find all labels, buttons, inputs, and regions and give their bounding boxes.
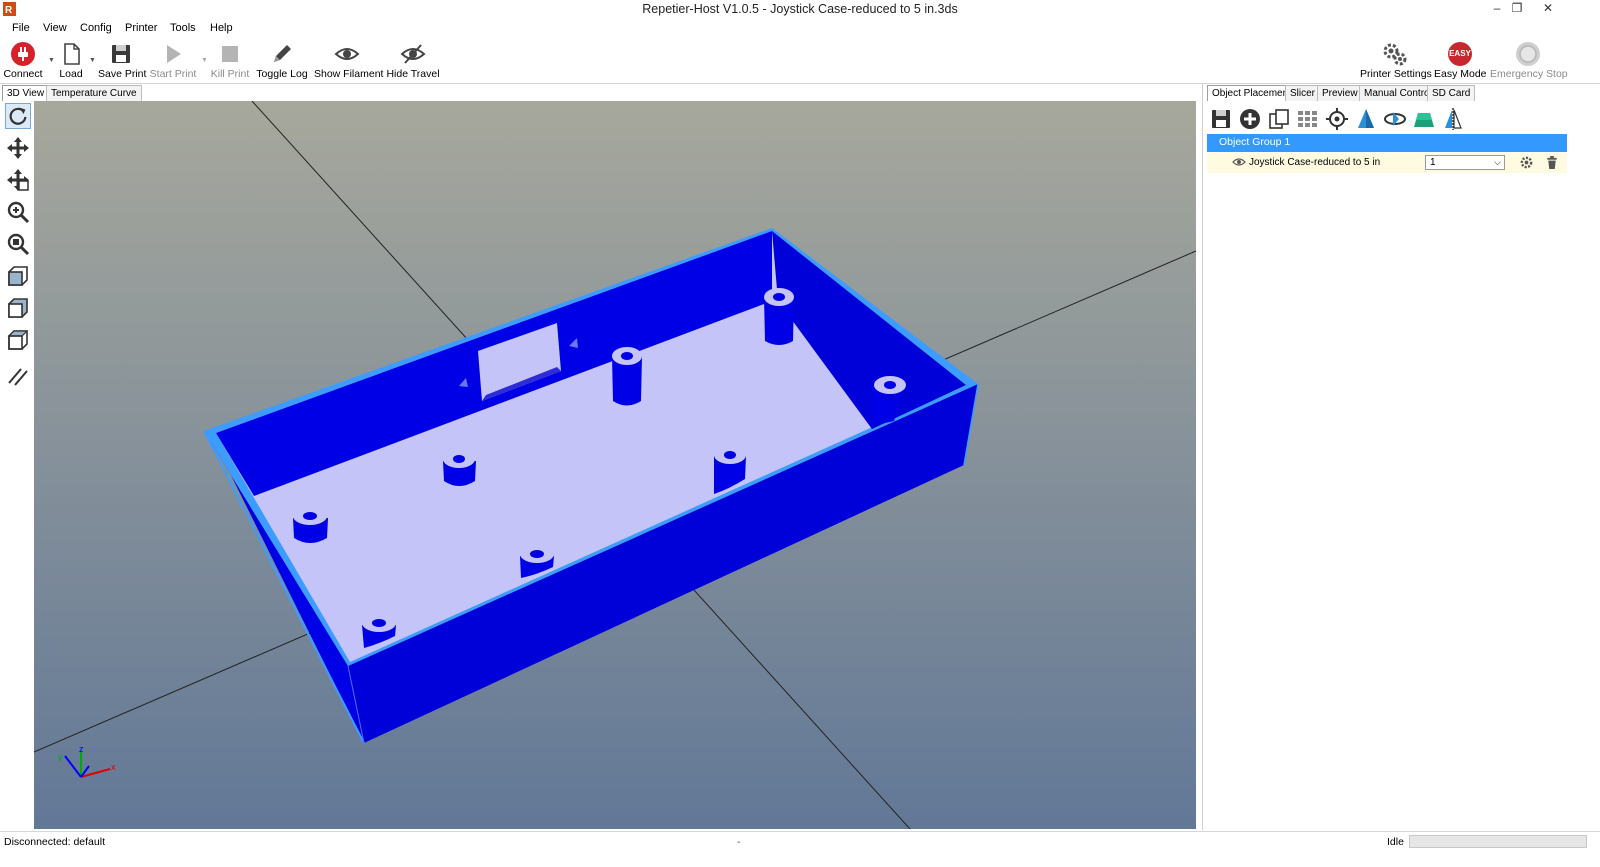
front-view-icon[interactable] xyxy=(5,263,31,289)
tab-3d-view[interactable]: 3D View xyxy=(2,85,50,101)
menu-file[interactable]: File xyxy=(12,22,30,34)
rotate-icon[interactable] xyxy=(5,103,31,129)
document-icon xyxy=(64,43,80,65)
save-object-icon[interactable] xyxy=(1209,107,1233,131)
load-button[interactable]: Load xyxy=(56,38,86,82)
save-print-button[interactable]: Save Print xyxy=(98,38,146,82)
copies-value: 1 xyxy=(1430,157,1436,168)
print-progress-bar xyxy=(1409,835,1587,848)
easy-mode-button[interactable]: EASY Easy Mode xyxy=(1434,38,1487,82)
standoff xyxy=(443,450,476,486)
eye-slash-icon xyxy=(400,44,426,64)
emergency-stop-icon xyxy=(1516,42,1540,66)
copies-select[interactable]: 1 ⌵ xyxy=(1425,155,1505,170)
axis-label-z: z xyxy=(79,744,84,754)
fit-to-view-icon[interactable] xyxy=(5,231,31,257)
scale-icon[interactable] xyxy=(1354,107,1378,131)
side-view-icon[interactable] xyxy=(5,295,31,321)
play-icon xyxy=(167,45,181,63)
tab-temperature-curve[interactable]: Temperature Curve xyxy=(46,85,142,101)
menu-help[interactable]: Help xyxy=(210,22,233,34)
easy-badge-text: EASY xyxy=(1449,49,1471,58)
menu-bar: File View Config Printer Tools Help xyxy=(0,20,1600,38)
standoff xyxy=(293,507,328,543)
axis-label-x: x xyxy=(111,762,116,772)
tab-slicer[interactable]: Slicer xyxy=(1285,85,1321,101)
printer-state: Idle xyxy=(1387,836,1404,848)
standoff xyxy=(612,347,642,406)
kill-print-button[interactable]: Kill Print xyxy=(210,38,250,82)
eye-icon xyxy=(334,48,360,60)
mirror-object-icon[interactable] xyxy=(1441,107,1465,131)
visibility-eye-icon[interactable] xyxy=(1232,157,1246,167)
hide-travel-button[interactable]: Hide Travel xyxy=(386,38,440,82)
add-object-icon[interactable] xyxy=(1238,107,1262,131)
maximize-button[interactable]: ❐ xyxy=(1504,0,1530,18)
start-print-dropdown-arrow[interactable]: ▼ xyxy=(201,57,208,64)
tab-sd-card[interactable]: SD Card xyxy=(1427,85,1476,101)
tab-object-placement[interactable]: Object Placement xyxy=(1207,85,1296,101)
standoff xyxy=(764,288,794,345)
menu-view[interactable]: View xyxy=(43,22,67,34)
top-view-icon[interactable] xyxy=(5,327,31,353)
toggle-log-button[interactable]: Toggle Log xyxy=(256,38,308,82)
3d-viewport[interactable]: z x y xyxy=(34,101,1196,829)
close-button[interactable]: ✕ xyxy=(1535,0,1561,18)
rotate-object-icon[interactable] xyxy=(1383,107,1407,131)
parallel-projection-icon[interactable] xyxy=(5,363,31,389)
object-row[interactable]: Joystick Case-reduced to 5 in 1 ⌵ xyxy=(1207,153,1567,173)
object-settings-gear-icon[interactable] xyxy=(1520,156,1533,169)
center-object-icon[interactable] xyxy=(1325,107,1349,131)
window-bottom-edge xyxy=(0,851,1600,867)
stop-square-icon xyxy=(222,46,238,62)
status-bar: Disconnected: default - Idle xyxy=(0,831,1600,851)
menu-tools[interactable]: Tools xyxy=(170,22,196,34)
printer-settings-button[interactable]: Printer Settings xyxy=(1360,38,1432,82)
window-title: Repetier-Host V1.0.5 - Joystick Case-red… xyxy=(642,2,958,16)
menu-printer[interactable]: Printer xyxy=(125,22,157,34)
power-plug-icon xyxy=(11,42,35,66)
view-tools xyxy=(0,101,34,829)
cut-object-icon[interactable] xyxy=(1412,107,1436,131)
connection-status: Disconnected: default xyxy=(4,836,105,848)
right-panel: Object Placement Slicer Preview Manual C… xyxy=(1202,84,1598,830)
copy-objects-icon[interactable] xyxy=(1267,107,1291,131)
axis-label-y: y xyxy=(58,752,63,762)
connect-dropdown-arrow[interactable]: ▼ xyxy=(48,57,55,64)
chevron-down-icon: ⌵ xyxy=(1494,157,1501,167)
floppy-disk-icon xyxy=(112,45,130,63)
object-name: Joystick Case-reduced to 5 in xyxy=(1249,157,1381,168)
right-tabs: Object Placement Slicer Preview Manual C… xyxy=(1207,85,1587,101)
main-toolbar: Connect ▼ Load ▼ Save Print Start Print … xyxy=(0,38,1600,84)
menu-config[interactable]: Config xyxy=(80,22,112,34)
object-group-row[interactable]: Object Group 1 xyxy=(1207,134,1567,152)
object-toolbar xyxy=(1203,104,1599,134)
zoom-icon[interactable] xyxy=(5,199,31,225)
move-view-icon[interactable] xyxy=(5,135,31,161)
start-print-button[interactable]: Start Print xyxy=(148,38,198,82)
title-bar: R Repetier-Host V1.0.5 - Joystick Case-r… xyxy=(0,0,1600,20)
status-separator: - xyxy=(737,836,741,848)
pencil-icon xyxy=(274,45,291,62)
show-filament-button[interactable]: Show Filament xyxy=(314,38,383,82)
autoposition-grid-icon[interactable] xyxy=(1296,107,1320,131)
tab-preview[interactable]: Preview xyxy=(1317,85,1363,101)
3d-scene[interactable]: z x y xyxy=(34,101,1196,829)
gears-icon xyxy=(1383,43,1407,66)
emergency-stop-button[interactable]: Emergency Stop xyxy=(1490,38,1568,82)
connect-button[interactable]: Connect xyxy=(2,38,44,82)
view-tabs: 3D View Temperature Curve xyxy=(0,85,1200,101)
load-dropdown-arrow[interactable]: ▼ xyxy=(89,57,96,64)
tab-manual-control[interactable]: Manual Control xyxy=(1359,85,1437,101)
move-object-icon[interactable] xyxy=(5,167,31,193)
delete-trash-icon[interactable] xyxy=(1546,156,1558,169)
